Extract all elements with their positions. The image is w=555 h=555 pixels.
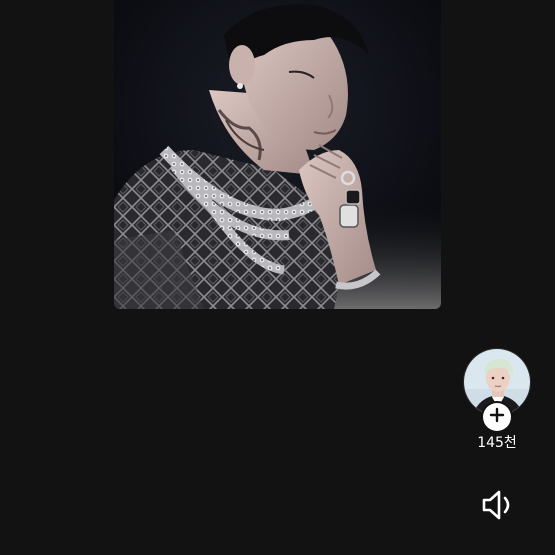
artist-profile[interactable] [463,348,531,431]
follower-count: 145천 [477,435,517,451]
speaker-icon [480,487,516,527]
follow-button[interactable] [483,403,511,431]
plus-icon [489,407,505,427]
album-cover-image[interactable] [114,0,441,309]
sound-toggle-button[interactable] [479,488,517,526]
player-screen: 145천 [0,0,555,555]
